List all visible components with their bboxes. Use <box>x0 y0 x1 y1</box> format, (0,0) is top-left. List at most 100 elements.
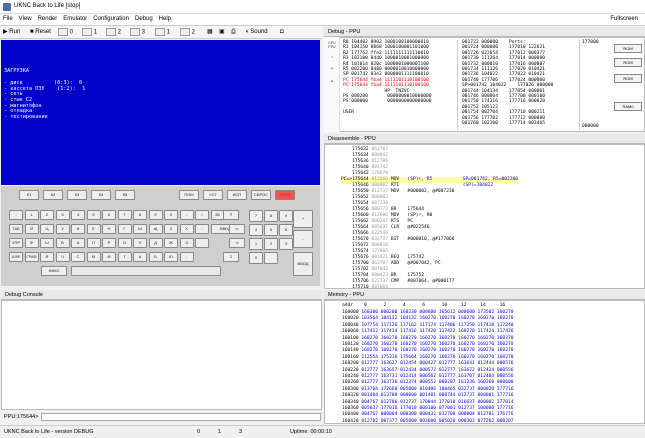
key-ФИКС[interactable]: ФИКС <box>41 266 67 276</box>
key-4[interactable]: 4 <box>249 224 263 236</box>
key-5[interactable]: 5 <box>264 224 278 236</box>
key-Ф[interactable]: Ф <box>24 238 39 248</box>
step-over-icon[interactable]: ↷ <box>327 67 337 75</box>
menu-debug[interactable]: Debug <box>132 14 156 24</box>
key-СТОП[interactable]: СТОП <box>275 190 295 200</box>
disk-2-button[interactable]: 2 <box>180 28 195 37</box>
step-into-icon[interactable]: ↘ <box>327 55 337 63</box>
key-8[interactable]: 8 <box>264 210 278 222</box>
drive-0-button[interactable]: 0 <box>58 28 73 37</box>
key-Ж[interactable]: Ж <box>164 238 178 248</box>
key-3[interactable]: 3 <box>279 238 293 250</box>
key-9[interactable]: 9 <box>148 210 163 220</box>
key-К4[interactable]: К4 <box>91 190 111 200</box>
key-Ы[interactable]: Ы <box>40 238 54 248</box>
key-Р[interactable]: Р <box>102 238 116 248</box>
key-Х[interactable]: Х <box>179 224 194 234</box>
menu-help[interactable]: Help <box>156 14 174 24</box>
key-УПР[interactable]: УПР <box>9 238 23 248</box>
key-Ц[interactable]: Ц <box>40 224 54 234</box>
sound-button[interactable]: ◖ Sound <box>245 28 268 37</box>
key-АЛФ[interactable]: АЛФ <box>9 252 23 262</box>
menu-fullscreen[interactable]: Fullscreen <box>607 14 641 24</box>
key-7[interactable]: 7 <box>249 210 263 222</box>
key-3[interactable]: 3 <box>55 210 70 220</box>
save-icon[interactable]: ▣ <box>219 28 225 37</box>
run-button[interactable]: ▶ Run <box>3 28 20 37</box>
key-Ь[interactable]: Ь <box>133 252 147 262</box>
key-,[interactable]: , <box>179 252 194 262</box>
key-СБРОС[interactable]: СБРОС <box>251 190 271 200</box>
key-С[interactable]: С <box>71 252 85 262</box>
console-input[interactable] <box>41 413 321 421</box>
menu-file[interactable]: File <box>0 14 16 24</box>
camera-icon[interactable]: ◘ <box>280 28 284 37</box>
key-:[interactable]: : <box>195 224 209 234</box>
key-М[interactable]: М <box>86 252 101 262</box>
key-Я[interactable]: Я <box>40 252 54 262</box>
key-⇑[interactable]: ⇑ <box>223 210 239 220</box>
key-К1[interactable]: К1 <box>19 190 39 200</box>
key-В[interactable]: В <box>55 238 70 248</box>
breakpoint-icon[interactable]: ● <box>327 79 337 87</box>
cpu-ppu-toggle-icon[interactable]: CPU PPU <box>327 41 337 49</box>
key--[interactable]: - <box>179 210 194 220</box>
key--[interactable]: - <box>293 230 313 248</box>
key-.[interactable]: . <box>195 238 209 248</box>
key-⇒[interactable]: ⇒ <box>229 238 245 248</box>
key-А[interactable]: А <box>71 238 85 248</box>
key-Б[interactable]: Б <box>148 252 163 262</box>
drive-3-button[interactable]: 3 <box>130 28 145 37</box>
key-6[interactable]: 6 <box>102 210 116 220</box>
key-Ч[interactable]: Ч <box>55 252 70 262</box>
key-Щ[interactable]: Щ <box>148 224 163 234</box>
key-0[interactable]: 0 <box>164 210 178 220</box>
key-ПОМ[interactable]: ПОМ <box>179 190 199 200</box>
key-Й[interactable]: Й <box>24 224 39 234</box>
key-Д[interactable]: Д <box>148 238 163 248</box>
emulator-screen[interactable]: ЗАГРУЗКА - диск (0:3): 0- кассета ПЗУ (1… <box>1 40 320 185</box>
key-УСТ[interactable]: УСТ <box>203 190 223 200</box>
memory-row[interactable]: 160420 012702 007377 005000 003600 00502… <box>342 419 514 423</box>
key-П[interactable]: П <box>86 238 101 248</box>
key-⇐[interactable]: ⇐ <box>229 224 245 234</box>
key-И[interactable]: И <box>102 252 116 262</box>
key-К2[interactable]: К2 <box>43 190 63 200</box>
key-space[interactable] <box>71 266 221 276</box>
key-Ш[interactable]: Ш <box>133 224 147 234</box>
key-.[interactable]: . <box>264 252 278 264</box>
key-9[interactable]: 9 <box>279 210 293 222</box>
key-+[interactable]: + <box>293 210 313 228</box>
menu-render[interactable]: Render <box>35 14 61 24</box>
key-О[interactable]: О <box>117 238 132 248</box>
menu-view[interactable]: View <box>16 14 35 24</box>
drive-1-button[interactable]: 1 <box>82 28 97 37</box>
key-7[interactable]: 7 <box>117 210 132 220</box>
key-⇓[interactable]: ⇓ <box>223 252 239 262</box>
key-Т[interactable]: Т <box>117 252 132 262</box>
menu-emulator[interactable]: Emulator <box>60 14 90 24</box>
key-;[interactable]: ; <box>9 210 23 220</box>
key-2[interactable]: 2 <box>40 210 54 220</box>
key-З[interactable]: З <box>164 224 178 234</box>
key-ИСП[interactable]: ИСП <box>227 190 247 200</box>
key-6[interactable]: 6 <box>279 224 293 236</box>
key-Л[interactable]: Л <box>133 238 147 248</box>
key-ВВОД[interactable]: ВВОД <box>293 252 313 276</box>
key-2[interactable]: 2 <box>264 238 278 250</box>
key-ТАБ[interactable]: ТАБ <box>9 224 23 234</box>
key-/[interactable]: / <box>195 210 209 220</box>
disk-1-button[interactable]: 1 <box>155 28 170 37</box>
key-У[interactable]: У <box>55 224 70 234</box>
key-К[interactable]: К <box>71 224 85 234</box>
key-Ю[interactable]: Ю <box>164 252 178 262</box>
key-К5[interactable]: К5 <box>115 190 135 200</box>
print-icon[interactable]: ⎙ <box>231 28 236 37</box>
key-Н[interactable]: Н <box>102 224 116 234</box>
color-icon[interactable]: ▦ <box>207 28 213 37</box>
key-Э[interactable]: Э <box>179 238 194 248</box>
key-1[interactable]: 1 <box>249 238 263 250</box>
key-Е[interactable]: Е <box>86 224 101 234</box>
key-0[interactable]: 0 <box>249 252 263 264</box>
key-4[interactable]: 4 <box>71 210 85 220</box>
